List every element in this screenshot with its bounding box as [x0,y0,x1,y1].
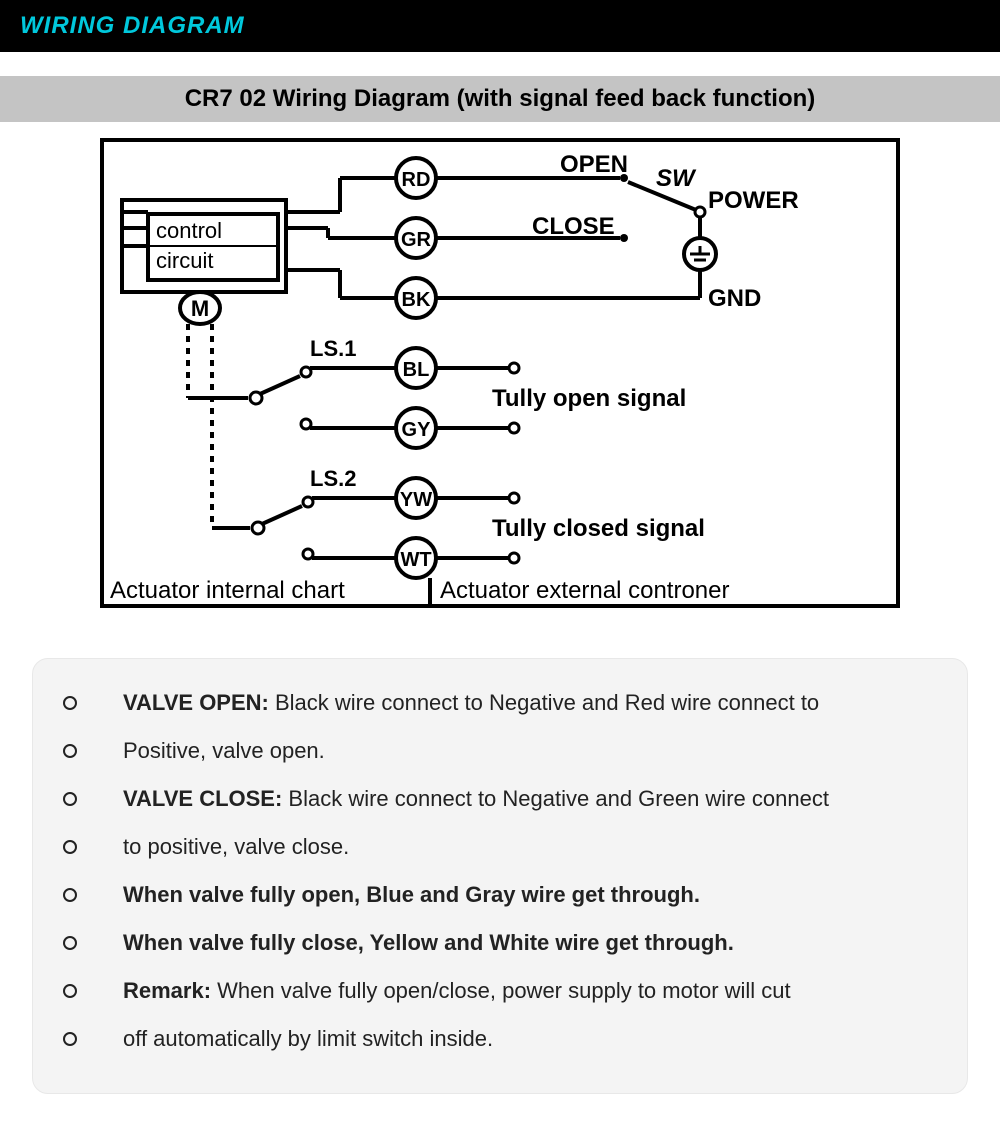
header-bar: WIRING DIAGRAM [0,0,1000,52]
bullet-icon [63,840,77,854]
external-controller-label: Actuator external controner [440,577,730,604]
note-line: Positive, valve open. [63,735,937,767]
subheader-bar: CR7 02 Wiring Diagram (with signal feed … [0,76,1000,122]
open-signal-label: Tully open signal [492,385,686,412]
notes-panel: VALVE OPEN: Black wire connect to Negati… [32,658,968,1094]
bullet-icon [63,984,77,998]
note-line: Remark: When valve fully open/close, pow… [63,975,937,1007]
wire-bl-label: BL [403,359,430,381]
wire-rd-label: RD [402,169,431,191]
wiring-diagram: Actuator internal chart Actuator externa… [100,138,900,608]
bullet-icon [63,936,77,950]
bullet-icon [63,1032,77,1046]
wire-yw-label: YW [400,489,432,511]
ls1-label: LS.1 [310,336,356,361]
bullet-icon [63,744,77,758]
open-label: OPEN [560,151,628,178]
closed-signal-label: Tully closed signal [492,515,705,542]
bullet-icon [63,696,77,710]
gnd-label: GND [708,285,761,312]
note-line: off automatically by limit switch inside… [63,1023,937,1055]
wire-bk-label: BK [402,289,431,311]
motor-label: M [191,296,209,321]
bullet-icon [63,888,77,902]
note-line: VALVE CLOSE: Black wire connect to Negat… [63,783,937,815]
control-circuit-label-l1: control [156,218,222,243]
diagram-title: CR7 02 Wiring Diagram (with signal feed … [185,85,816,113]
internal-chart-label: Actuator internal chart [110,577,345,604]
wire-gr-label: GR [401,229,432,251]
note-line: VALVE OPEN: Black wire connect to Negati… [63,687,937,719]
wire-gy-label: GY [402,419,432,441]
close-label: CLOSE [532,213,615,240]
control-circuit-label-l2: circuit [156,248,213,273]
ls2-label: LS.2 [310,466,356,491]
bullet-icon [63,792,77,806]
note-line: When valve fully open, Blue and Gray wir… [63,879,937,911]
page-title: WIRING DIAGRAM [20,12,245,40]
diagram-container: Actuator internal chart Actuator externa… [0,122,1000,608]
sw-label: SW [656,165,697,192]
power-label: POWER [708,187,799,214]
note-line: to positive, valve close. [63,831,937,863]
wire-wt-label: WT [400,549,431,571]
note-line: When valve fully close, Yellow and White… [63,927,937,959]
